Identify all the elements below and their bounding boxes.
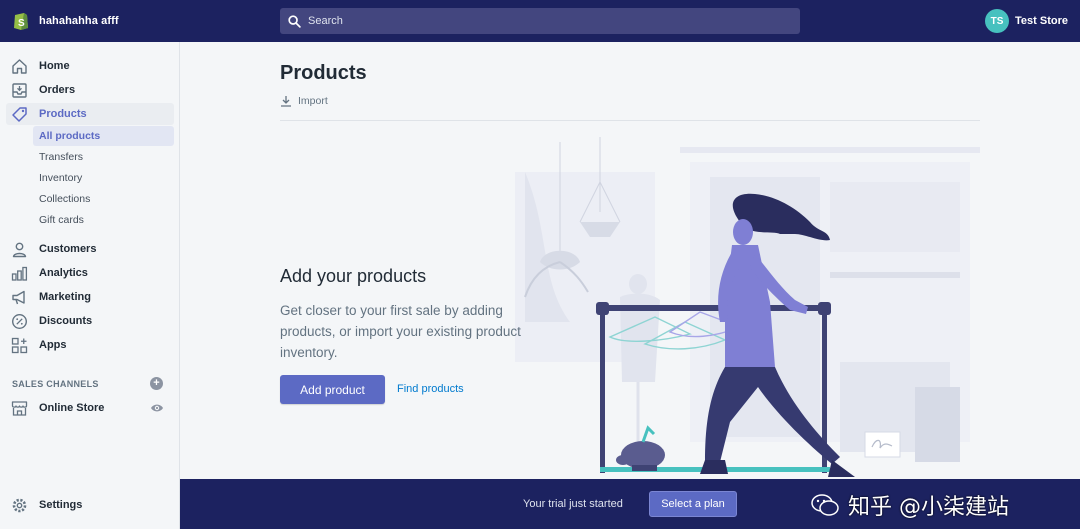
- sidebar-item-label: Discounts: [39, 315, 93, 327]
- account-menu[interactable]: TS Test Store: [985, 9, 1068, 33]
- empty-state-title: Add your products: [280, 266, 427, 286]
- add-sales-channel-icon[interactable]: +: [150, 377, 163, 390]
- select-plan-button[interactable]: Select a plan: [649, 491, 737, 517]
- empty-state-description: Get closer to your first sale by adding …: [280, 303, 521, 360]
- search-input[interactable]: Search: [280, 8, 800, 34]
- person-icon: [11, 241, 28, 258]
- import-button[interactable]: Import: [280, 95, 328, 107]
- sidebar-item-label: Home: [39, 60, 70, 72]
- import-label: Import: [298, 95, 328, 107]
- watermark: 知乎 @小柒建站: [810, 489, 1009, 521]
- sidebar-item-marketing[interactable]: Marketing: [6, 286, 174, 308]
- megaphone-icon: [11, 289, 28, 306]
- sidebar: Home Orders Products All products Transf…: [0, 42, 180, 529]
- sidebar-item-label: Orders: [39, 84, 76, 96]
- sidebar-item-settings[interactable]: Settings: [6, 494, 174, 516]
- sidebar-item-label: Analytics: [39, 267, 88, 279]
- shopify-logo-icon: S: [14, 13, 28, 30]
- eye-icon[interactable]: [150, 402, 164, 414]
- sidebar-item-label: Marketing: [39, 291, 91, 303]
- sidebar-item-label: Online Store: [39, 402, 105, 414]
- sidebar-subitem-all-products[interactable]: All products: [33, 126, 174, 146]
- store-brand[interactable]: S hahahahha afff: [0, 11, 180, 31]
- top-bar: S hahahahha afff Search TS Test Store: [0, 0, 1080, 42]
- trial-banner: Your trial just started Select a plan 知乎…: [180, 479, 1080, 529]
- discount-icon: [11, 313, 28, 330]
- home-icon: [11, 58, 28, 75]
- apps-icon: [11, 337, 28, 354]
- search-icon: [288, 14, 301, 28]
- sidebar-subitem-collections[interactable]: Collections: [33, 189, 174, 209]
- avatar: TS: [985, 9, 1010, 33]
- find-products-link[interactable]: Find products: [397, 383, 464, 395]
- sidebar-item-label: Apps: [39, 339, 67, 351]
- svg-text:S: S: [18, 18, 25, 29]
- sidebar-item-label: Settings: [39, 499, 83, 511]
- watermark-text: 知乎 @小柒建站: [848, 495, 1009, 520]
- sidebar-item-label: Products: [39, 108, 87, 120]
- sidebar-item-discounts[interactable]: Discounts: [6, 310, 174, 332]
- gear-icon: [11, 497, 28, 514]
- orders-icon: [11, 82, 28, 99]
- sidebar-item-analytics[interactable]: Analytics: [6, 262, 174, 284]
- empty-state-illustration: [515, 137, 980, 477]
- page-title: Products: [280, 62, 367, 84]
- main-content: Products Import Add your products Get cl…: [180, 42, 1080, 479]
- sidebar-subitem-gift-cards[interactable]: Gift cards: [33, 210, 174, 230]
- sidebar-subitem-transfers[interactable]: Transfers: [33, 147, 174, 167]
- sidebar-item-customers[interactable]: Customers: [6, 238, 174, 260]
- account-name: Test Store: [1015, 15, 1068, 27]
- sidebar-item-apps[interactable]: Apps: [6, 334, 174, 356]
- sidebar-item-products[interactable]: Products: [6, 103, 174, 125]
- download-icon: [281, 96, 291, 107]
- sales-channels-heading: SALES CHANNELS: [12, 379, 99, 389]
- store-title: hahahahha afff: [39, 15, 119, 27]
- add-product-button[interactable]: Add product: [280, 375, 385, 404]
- sidebar-item-home[interactable]: Home: [6, 55, 174, 77]
- sidebar-item-orders[interactable]: Orders: [6, 79, 174, 101]
- tag-icon: [11, 106, 28, 123]
- wechat-icon: [811, 494, 839, 516]
- sidebar-subitem-inventory[interactable]: Inventory: [33, 168, 174, 188]
- search-placeholder: Search: [308, 15, 343, 27]
- sidebar-item-online-store[interactable]: Online Store: [6, 397, 144, 419]
- store-icon: [11, 400, 28, 417]
- sidebar-item-label: Customers: [39, 243, 97, 255]
- trial-text: Your trial just started: [523, 498, 623, 510]
- header-divider: [280, 120, 980, 121]
- bar-chart-icon: [11, 265, 28, 282]
